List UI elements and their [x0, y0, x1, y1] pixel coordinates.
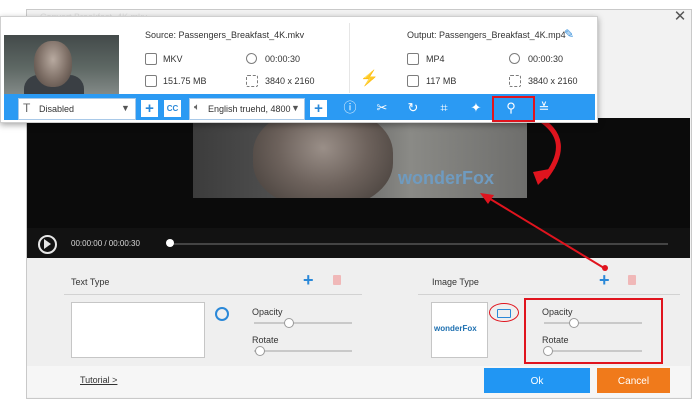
audio-chevron-down-icon: ▼ — [291, 103, 300, 113]
clock-icon — [246, 53, 257, 64]
file-size-icon — [145, 75, 157, 87]
subtitle-value: Disabled — [39, 104, 75, 114]
crop-icon[interactable]: ⌗ — [436, 100, 452, 116]
rotate-icon[interactable]: ↻ — [405, 100, 421, 116]
source-size: 151.75 MB — [163, 76, 207, 86]
output-duration: 00:00:30 — [528, 54, 564, 64]
info-icon[interactable]: ⓘ — [342, 100, 358, 116]
output-clock-icon — [509, 53, 520, 64]
thumbnail-face — [34, 41, 72, 87]
audio-select[interactable]: 🔈︎ English truehd, 4800 ▼ — [189, 98, 305, 120]
convert-bolt-icon: ⚡ — [360, 70, 379, 87]
source-format: MKV — [163, 54, 183, 64]
audio-value: English truehd, 4800 — [208, 104, 291, 114]
subtitle-select[interactable]: T Disabled ▼ — [18, 98, 136, 120]
add-audio-button[interactable]: + — [310, 100, 327, 117]
output-label: Output: Passengers_Breakfast_4K.mp4 — [407, 30, 566, 40]
text-t-icon: T — [23, 101, 31, 115]
source-duration: 00:00:30 — [265, 54, 301, 64]
card-divider — [349, 23, 350, 93]
chevron-down-icon: ▼ — [121, 103, 130, 113]
pointer-line — [486, 196, 605, 269]
output-resolution-icon — [509, 75, 521, 87]
speaker-icon: 🔈︎ — [194, 102, 200, 113]
edit-pencil-icon[interactable]: ✎ — [564, 27, 574, 41]
source-label: Source: Passengers_Breakfast_4K.mkv — [145, 30, 305, 40]
format-icon — [145, 53, 157, 65]
pointer-arrow-head — [480, 193, 494, 204]
source-resolution: 3840 x 2160 — [265, 76, 315, 86]
output-size-icon — [407, 75, 419, 87]
add-subtitle-button[interactable]: + — [141, 100, 158, 117]
output-format-icon — [407, 53, 419, 65]
resolution-icon — [246, 75, 258, 87]
effects-icon[interactable]: ✦ — [468, 100, 484, 116]
scissors-icon[interactable]: ✂ — [374, 100, 390, 116]
curved-arrow — [536, 115, 561, 180]
watermark-icon[interactable]: ⚲ — [503, 100, 519, 116]
output-size: 117 MB — [426, 76, 457, 86]
video-thumbnail — [4, 35, 119, 101]
curved-arrow-head — [533, 168, 555, 185]
pointer-dot — [602, 265, 608, 271]
cc-button[interactable]: CC — [164, 100, 181, 117]
subtitle-edit-icon[interactable]: ≚ — [536, 100, 552, 116]
output-format: MP4 — [426, 54, 445, 64]
output-resolution: 3840 x 2160 — [528, 76, 578, 86]
